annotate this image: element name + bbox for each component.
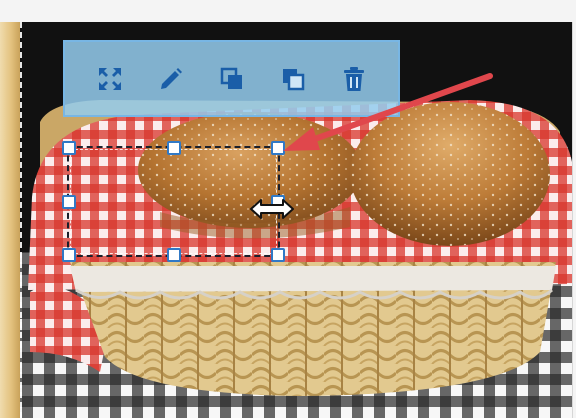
layers-back-icon: [282, 68, 304, 90]
fullscreen-button[interactable]: [88, 57, 132, 101]
resize-handle-left[interactable]: [62, 194, 76, 209]
top-bar: [0, 0, 576, 23]
layers-front-icon: [220, 67, 242, 89]
pencil-icon: [160, 67, 182, 89]
resize-handle-top-left[interactable]: [62, 141, 76, 155]
resize-handle-bottom[interactable]: [166, 248, 181, 262]
delete-button[interactable]: [332, 57, 376, 101]
image-toolbar: [63, 40, 400, 117]
edit-button[interactable]: [149, 57, 193, 101]
send-backward-button[interactable]: [271, 57, 315, 101]
resize-handle-bottom-right[interactable]: [271, 248, 285, 262]
bring-forward-button[interactable]: [210, 57, 254, 101]
resize-handle-top[interactable]: [166, 141, 181, 155]
right-edge: [572, 22, 576, 418]
expand-icon: [98, 67, 121, 90]
resize-handle-top-right[interactable]: [271, 141, 285, 155]
resize-handle-bottom-left[interactable]: [62, 248, 76, 262]
guide-line: [20, 22, 22, 418]
horizontal-resize-cursor-icon: [250, 199, 294, 219]
ruler-strip: [0, 22, 20, 418]
trash-icon: [343, 66, 364, 91]
